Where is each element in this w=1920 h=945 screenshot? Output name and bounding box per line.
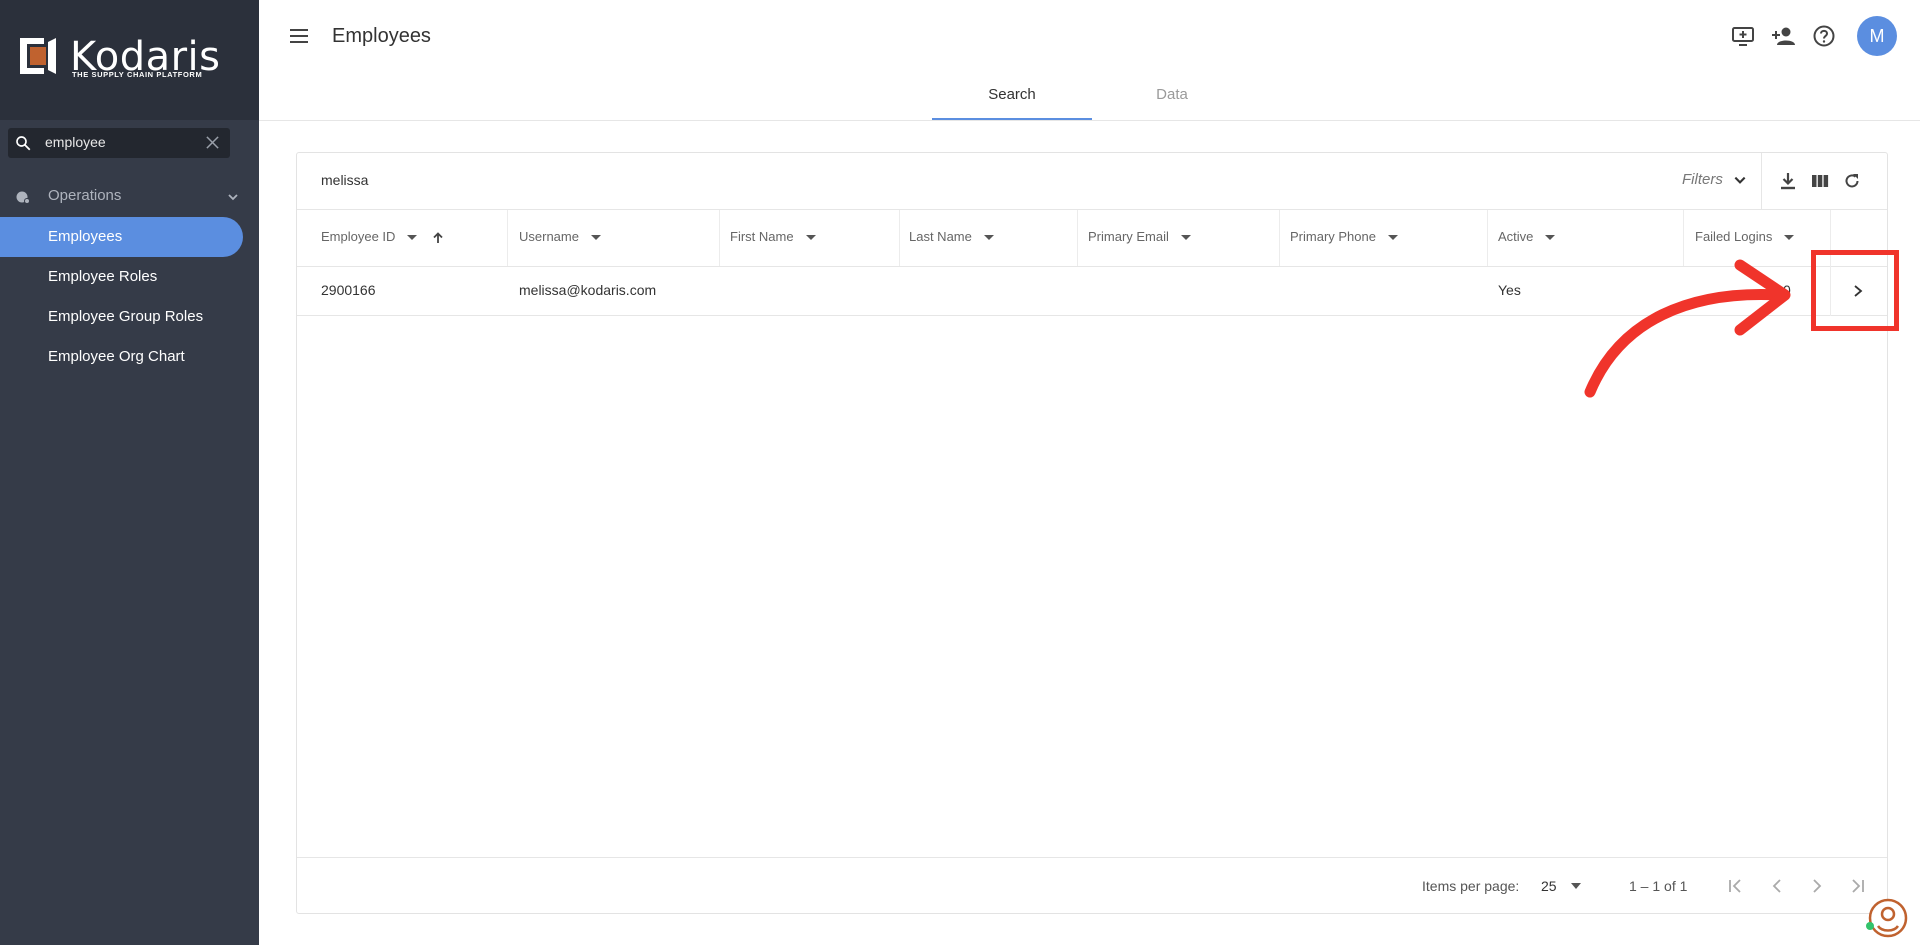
column-label: Active — [1498, 229, 1534, 244]
divider — [1761, 153, 1762, 209]
column-label: Employee ID — [321, 229, 396, 244]
column-divider — [1279, 210, 1280, 266]
download-icon[interactable] — [1778, 171, 1798, 191]
brand-tagline: THE SUPPLY CHAIN PLATFORM — [72, 70, 203, 79]
column-label: Username — [519, 229, 579, 244]
column-divider — [507, 210, 508, 266]
chevron-down-icon[interactable] — [1733, 173, 1747, 187]
first-page-icon[interactable] — [1727, 877, 1745, 895]
search-input[interactable]: melissa — [321, 172, 368, 188]
column-divider — [1487, 210, 1488, 266]
caret-down-icon — [805, 235, 816, 241]
sidebar-item-employee-roles[interactable]: Employee Roles — [0, 257, 243, 297]
sort-ascending-icon[interactable] — [431, 231, 445, 245]
sidebar-item-label: Employee Roles — [48, 268, 158, 285]
page-range: 1 – 1 of 1 — [1629, 878, 1688, 894]
chat-support-icon[interactable] — [1866, 896, 1908, 938]
column-divider — [719, 210, 720, 266]
caret-down-icon — [1387, 235, 1398, 241]
column-header-last-name[interactable]: Last Name — [909, 229, 994, 244]
caret-down-icon — [1545, 235, 1556, 241]
logo-area: Kodaris THE SUPPLY CHAIN PLATFORM — [0, 0, 259, 120]
table-toolbar: melissa Filters — [297, 153, 1887, 210]
refresh-icon[interactable] — [1842, 171, 1862, 191]
sidebar: Kodaris THE SUPPLY CHAIN PLATFORM employ… — [0, 0, 259, 945]
annotation-arrow-icon — [1584, 259, 1791, 398]
sidebar-group-label: Operations — [48, 187, 122, 204]
cell-active: Yes — [1498, 282, 1521, 298]
page-title: Employees — [332, 25, 431, 47]
kodaris-logo-icon — [20, 38, 56, 74]
column-header-active[interactable]: Active — [1498, 229, 1556, 244]
items-per-page-label: Items per page: — [1422, 878, 1520, 894]
sidebar-item-employee-org-chart[interactable]: Employee Org Chart — [0, 337, 243, 377]
tab-data[interactable]: Data — [1092, 72, 1252, 119]
add-to-screen-icon[interactable] — [1731, 24, 1755, 48]
column-label: Failed Logins — [1695, 229, 1773, 244]
sidebar-item-employees[interactable]: Employees — [0, 217, 243, 257]
column-divider — [899, 210, 900, 266]
paginator: Items per page: 25 1 – 1 of 1 — [297, 857, 1887, 914]
caret-down-icon — [1180, 235, 1191, 241]
column-label: Last Name — [909, 229, 972, 244]
sidebar-item-label: Employee Org Chart — [48, 348, 185, 365]
column-header-employee-id[interactable]: Employee ID — [321, 229, 445, 245]
columns-icon[interactable] — [1810, 171, 1830, 191]
cell-username: melissa@kodaris.com — [519, 282, 657, 298]
column-header-username[interactable]: Username — [519, 229, 601, 244]
caret-down-icon — [590, 235, 601, 241]
sidebar-search-input[interactable]: employee — [45, 134, 106, 150]
column-header-first-name[interactable]: First Name — [730, 229, 816, 244]
close-icon[interactable] — [205, 135, 220, 150]
caret-down-icon[interactable] — [1570, 882, 1582, 890]
column-label: Primary Phone — [1290, 229, 1376, 244]
caret-down-icon — [407, 235, 418, 241]
column-header-primary-email[interactable]: Primary Email — [1088, 229, 1191, 244]
column-label: Primary Email — [1088, 229, 1169, 244]
cell-employee-id: 2900166 — [321, 282, 376, 298]
next-page-icon[interactable] — [1808, 877, 1826, 895]
operations-icon — [16, 191, 30, 204]
tab-search[interactable]: Search — [932, 72, 1092, 120]
last-page-icon[interactable] — [1848, 877, 1866, 895]
header: Employees M Search Data — [259, 0, 1920, 121]
column-label: First Name — [730, 229, 794, 244]
caret-down-icon — [983, 235, 994, 241]
chevron-down-icon — [228, 194, 238, 201]
items-per-page-select[interactable]: 25 — [1541, 878, 1557, 894]
sidebar-item-label: Employee Group Roles — [48, 308, 204, 325]
help-icon[interactable] — [1812, 24, 1836, 48]
column-header-failed-logins[interactable]: Failed Logins — [1695, 229, 1795, 244]
caret-down-icon — [1784, 235, 1795, 241]
sidebar-item-label: Employees — [48, 228, 123, 245]
person-add-icon[interactable] — [1771, 24, 1797, 48]
column-header-primary-phone[interactable]: Primary Phone — [1290, 229, 1398, 244]
search-icon — [16, 136, 31, 151]
sidebar-item-employee-group-roles[interactable]: Employee Group Roles — [0, 297, 243, 337]
avatar[interactable]: M — [1857, 16, 1897, 56]
sidebar-group-operations[interactable]: Operations — [0, 182, 259, 212]
sidebar-search[interactable]: employee — [8, 128, 230, 158]
annotation-highlight-box — [1811, 250, 1899, 331]
previous-page-icon[interactable] — [1768, 877, 1786, 895]
filters-button[interactable]: Filters — [1682, 171, 1723, 188]
column-divider — [1077, 210, 1078, 266]
menu-icon[interactable] — [289, 27, 309, 45]
